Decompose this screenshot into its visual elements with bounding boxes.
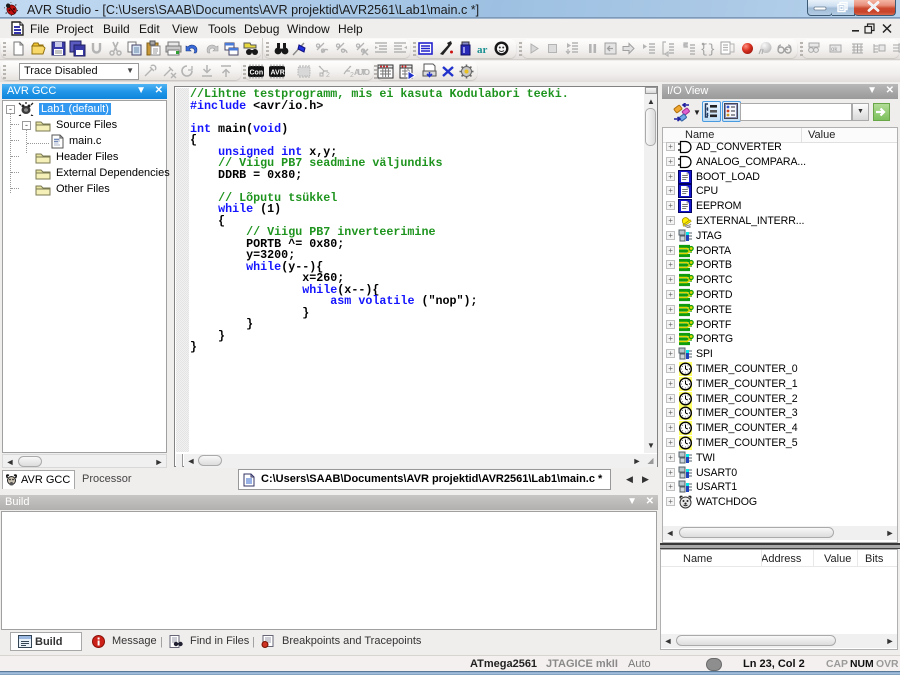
svg-text:ar: ar [477,44,488,56]
svg-text:2: 2 [326,72,330,79]
svg-text:AUTO: AUTO [354,68,370,77]
svg-text:Con: Con [250,70,264,77]
svg-text:AVR: AVR [271,70,285,77]
svg-text:ok: ok [831,47,838,53]
